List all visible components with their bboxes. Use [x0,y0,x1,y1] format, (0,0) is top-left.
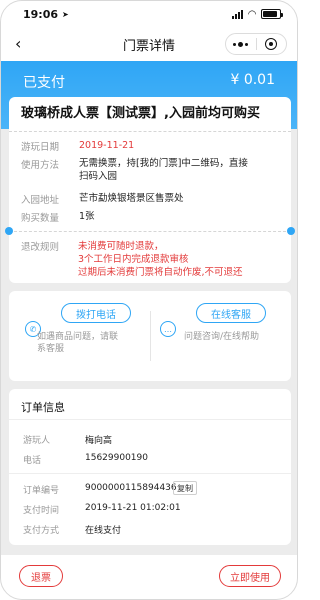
visitor-label: 游玩人 [23,436,51,446]
pay-time-label: 支付时间 [23,506,60,516]
refund-ticket-button[interactable]: 退票 [19,565,63,587]
phone-desc-line-2: 系客服 [37,344,65,354]
refund-rules-block [9,245,291,285]
divider [9,131,291,132]
quantity-label: 购买数量 [21,213,60,224]
pay-method-label: 支付方式 [23,526,60,536]
usage-line-1: 无需换票，持[我的门票]中二维码，直接 [79,158,248,169]
battery-icon [261,9,283,19]
call-phone-button[interactable]: 拨打电话 [61,303,131,323]
page-title: 门票详情 [122,38,175,54]
ticket-title: 玻璃桥成人票【测试票】,入园前均可购买 [21,106,260,121]
address: 芒市勐焕银塔景区售票处 [79,193,184,204]
usage-label: 使用方法 [21,160,60,171]
visit-date-label: 游玩日期 [21,142,60,153]
divider [9,231,291,232]
visitor-name: 梅向高 [85,436,113,446]
address-label: 入园地址 [21,195,60,206]
battery-fill [263,11,277,17]
payment-status: 已支付 [23,75,65,91]
menu-capsule [225,33,287,55]
navigation-bar: ‹ 门票详情 [1,27,297,61]
quantity: 1张 [79,211,95,222]
use-now-button[interactable]: 立即使用 [219,565,281,587]
order-number: 9000000115894436 [85,483,177,493]
pay-method: 在线支付 [85,526,122,536]
divider [9,473,291,474]
bottom-action-bar: 退票 立即使用 [1,555,297,599]
more-dots-icon [233,41,249,47]
order-number-label: 订单编号 [23,486,60,496]
status-right: ◠ [232,8,283,20]
target-close-icon [265,38,278,50]
ticket-notch-left [5,227,13,235]
copy-order-button[interactable]: 复制 [173,481,197,495]
divider [9,419,291,420]
order-card: 订单信息 游玩人 梅向高 电话 15629900190 订单编号 9000000… [9,389,291,545]
service-section: … 在线客服 问题咨询/在线帮助 [150,291,291,381]
chevron-left-icon[interactable]: ‹ [15,36,29,52]
chat-bubble-icon: … [160,321,176,337]
online-service-button[interactable]: 在线客服 [196,303,266,323]
phone-label: 电话 [23,456,42,466]
close-button[interactable] [257,34,287,54]
service-desc: 问题咨询/在线帮助 [184,332,260,342]
more-button[interactable] [226,34,256,54]
phone-frame: 19:06 ➤ ◠ ‹ 门票详情 已支付 ¥ 0.01 玻璃桥成人票【测试票】,… [0,0,298,600]
status-time: 19:06 [23,7,59,21]
payment-amount: ¥ 0.01 [230,72,275,88]
usage-line-2: 扫码入园 [79,171,118,182]
contact-card: ✆ 拨打电话 如遇商品问题，请联 系客服 … 在线客服 问题咨询/在线帮助 [9,291,291,381]
status-left: 19:06 ➤ [23,8,69,21]
location-arrow-icon: ➤ [62,9,69,19]
phone-number: 15629900190 [85,453,148,463]
order-heading: 订单信息 [21,401,65,414]
visit-date: 2019-11-21 [79,140,135,151]
status-bar: 19:06 ➤ ◠ [1,1,297,27]
wifi-icon: ◠ [248,8,256,20]
phone-desc-line-1: 如遇商品问题，请联 [37,332,119,342]
signal-icon [232,9,244,19]
pay-time: 2019-11-21 01:02:01 [85,503,181,513]
ticket-notch-right [287,227,295,235]
phone-section: ✆ 拨打电话 如遇商品问题，请联 系客服 [9,291,150,381]
